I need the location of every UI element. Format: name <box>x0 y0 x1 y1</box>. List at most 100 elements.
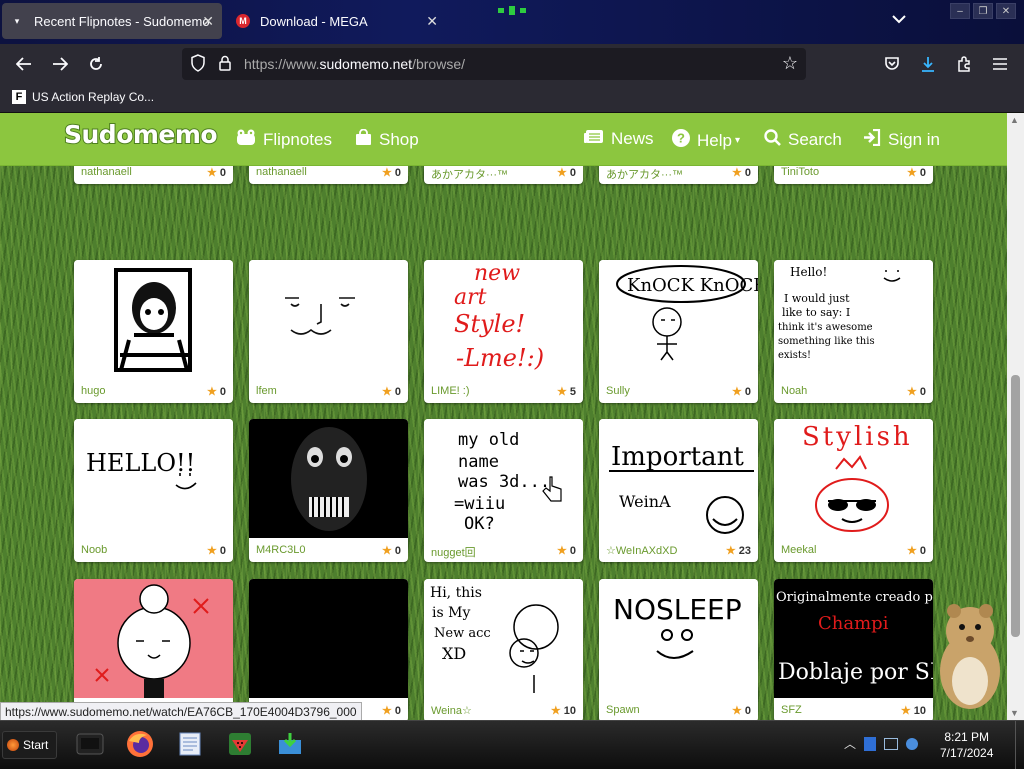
scroll-down-icon[interactable]: ▼ <box>1010 708 1019 718</box>
flipnote-card[interactable]: Hi, this is My New acc XD Weina☆ ★ 10 <box>424 579 583 720</box>
page-scrollbar[interactable]: ▲ ▼ <box>1007 113 1024 720</box>
card-author[interactable]: Noah <box>781 385 807 397</box>
url-text[interactable]: https://www.sudomemo.net/browse/ <box>244 56 465 72</box>
card-stars: ★0 <box>732 385 751 399</box>
card-author[interactable]: ☆WeInAXdXD <box>606 544 677 557</box>
status-link-preview: https://www.sudomemo.net/watch/EA76CB_17… <box>0 702 362 722</box>
card-author[interactable]: hugo <box>81 385 105 397</box>
card-author[interactable]: SFZ <box>781 704 802 716</box>
nav-news[interactable]: News <box>584 129 654 149</box>
minimize-icon[interactable]: – <box>950 3 970 19</box>
svg-text:Style!: Style! <box>454 310 525 338</box>
menu-icon[interactable] <box>988 52 1012 76</box>
flipnote-card[interactable]: Important WeinA ☆WeInAXdXD ★ 23 <box>599 419 758 562</box>
card-footer: ☆WeInAXdXD ★ 23 <box>599 540 758 562</box>
reload-icon[interactable] <box>84 52 108 76</box>
extensions-icon[interactable] <box>952 52 976 76</box>
svg-text:NOSLEEP: NOSLEEP <box>613 593 742 626</box>
watermelon-icon <box>229 733 251 755</box>
bookmark-label: US Action Replay Co... <box>32 90 155 104</box>
svg-text:think it's awesome: think it's awesome <box>778 322 873 333</box>
tray-expand-icon[interactable]: ︿ <box>844 735 856 752</box>
taskbar-app-watermelon[interactable] <box>220 727 260 761</box>
restore-icon[interactable]: ❐ <box>973 3 993 19</box>
nav-flipnotes[interactable]: Flipnotes <box>236 129 332 151</box>
close-tab-icon[interactable]: ✕ <box>426 13 438 30</box>
nav-help[interactable]: ? Help ▾ <box>672 129 740 152</box>
bookmark-us-action-replay[interactable]: F US Action Replay Co... <box>12 90 154 104</box>
url-bar[interactable]: https://www.sudomemo.net/browse/ ☆ <box>182 48 806 80</box>
sign-in-icon <box>863 128 881 151</box>
flipnote-card[interactable]: Hello! I would just like to say: I think… <box>774 260 933 403</box>
taskbar-app-notepad[interactable] <box>170 727 210 761</box>
lock-icon[interactable] <box>218 55 232 76</box>
flipnote-card[interactable]: Stylish Meekal ★ 0 <box>774 419 933 562</box>
card-footer: hugo ★ 0 <box>74 381 233 403</box>
downloads-icon[interactable] <box>916 52 940 76</box>
list-all-tabs-icon[interactable] <box>892 12 906 27</box>
start-button[interactable]: Start <box>2 731 58 759</box>
card-author[interactable]: M4RC3L0 <box>256 544 306 556</box>
flipnote-card[interactable]: KnOCK KnOCK Sully ★ 0 <box>599 260 758 403</box>
tray-volume-icon[interactable] <box>906 737 919 750</box>
tab-list-icon: ▾ <box>14 15 20 26</box>
star-icon: ★ <box>725 545 736 557</box>
forward-icon[interactable] <box>48 52 72 76</box>
flipnote-card[interactable]: ★0 <box>74 579 233 720</box>
card-author[interactable]: Sully <box>606 385 630 397</box>
card-author[interactable]: あかアカタ···™ <box>431 166 508 182</box>
card-author[interactable]: nugget回 <box>431 544 476 560</box>
flipnote-card[interactable]: NOSLEEP Spawn ★ 0 <box>599 579 758 720</box>
flipnote-card[interactable]: M4RC3L0 ★ 0 <box>249 419 408 562</box>
card-stars: ★0 <box>207 385 226 399</box>
console-icon <box>76 733 104 755</box>
card-author[interactable]: nathanaell <box>81 166 132 178</box>
flipnote-card[interactable]: ★0 <box>249 579 408 720</box>
pocket-icon[interactable] <box>880 52 904 76</box>
tray-network-icon[interactable] <box>884 737 899 750</box>
card-author[interactable]: lfem <box>256 385 277 397</box>
card-stars: ★ 10 <box>900 704 926 718</box>
flipnote-thumbnail: Hello! I would just like to say: I think… <box>774 260 933 379</box>
nav-shop[interactable]: Shop <box>355 128 419 151</box>
card-author[interactable]: TiniToto <box>781 166 819 178</box>
card-stars: ★0 <box>382 704 401 718</box>
card-stars: ★0 <box>382 385 401 399</box>
card-author[interactable]: あかアカタ···™ <box>606 166 683 182</box>
tab-sudomemo[interactable]: ▾ Recent Flipnotes - Sudomemo ✕ <box>2 3 222 39</box>
tab-strip: ▾ Recent Flipnotes - Sudomemo ✕ M Downlo… <box>0 0 1024 44</box>
tray-app-icon[interactable] <box>864 736 877 751</box>
mega-icon: M <box>236 14 250 28</box>
flipnote-card[interactable]: HELLO!! Noob ★ 0 <box>74 419 233 562</box>
svg-text:?: ? <box>677 131 685 146</box>
close-tab-icon[interactable]: ✕ <box>202 13 214 30</box>
scroll-up-icon[interactable]: ▲ <box>1010 115 1019 125</box>
card-author[interactable]: Spawn <box>606 704 640 716</box>
card-author[interactable]: nathanaell <box>256 166 307 178</box>
taskbar-app-firefox[interactable] <box>120 727 160 761</box>
bookmark-star-icon[interactable]: ☆ <box>782 53 798 74</box>
clock-time: 8:21 PM <box>944 730 990 744</box>
card-author[interactable]: Weina☆ <box>431 704 472 717</box>
card-author[interactable]: Meekal <box>781 544 816 556</box>
card-author[interactable]: Noob <box>81 544 107 556</box>
flipnote-card[interactable]: Originalmente creado por Champi Doblaje … <box>774 579 933 720</box>
close-window-icon[interactable]: ✕ <box>996 3 1016 19</box>
card-author[interactable]: LIME! :) <box>431 385 470 397</box>
nav-search[interactable]: Search <box>764 129 842 151</box>
taskbar-app-terminal[interactable] <box>70 727 110 761</box>
flipnote-card[interactable]: hugo ★ 0 <box>74 260 233 403</box>
sudomemo-logo[interactable]: Sudomemo <box>63 119 219 150</box>
tab-mega[interactable]: M Download - MEGA ✕ <box>228 3 446 39</box>
back-icon[interactable] <box>12 52 36 76</box>
flipnote-card[interactable]: new art Style! -Lme!:) LIME! :) ★ 5 <box>424 260 583 403</box>
taskbar-app-installer[interactable] <box>270 727 310 761</box>
scrollbar-thumb[interactable] <box>1011 375 1020 637</box>
show-desktop-button[interactable] <box>1015 721 1024 769</box>
star-icon: ★ <box>550 705 561 717</box>
shield-icon[interactable] <box>190 54 206 77</box>
card-footer: LIME! :) ★ 5 <box>424 381 583 403</box>
nav-sign-in[interactable]: Sign in <box>863 128 940 151</box>
taskbar-clock[interactable]: 8:21 PM 7/17/2024 <box>940 729 993 761</box>
flipnote-card[interactable]: lfem ★ 0 <box>249 260 408 403</box>
